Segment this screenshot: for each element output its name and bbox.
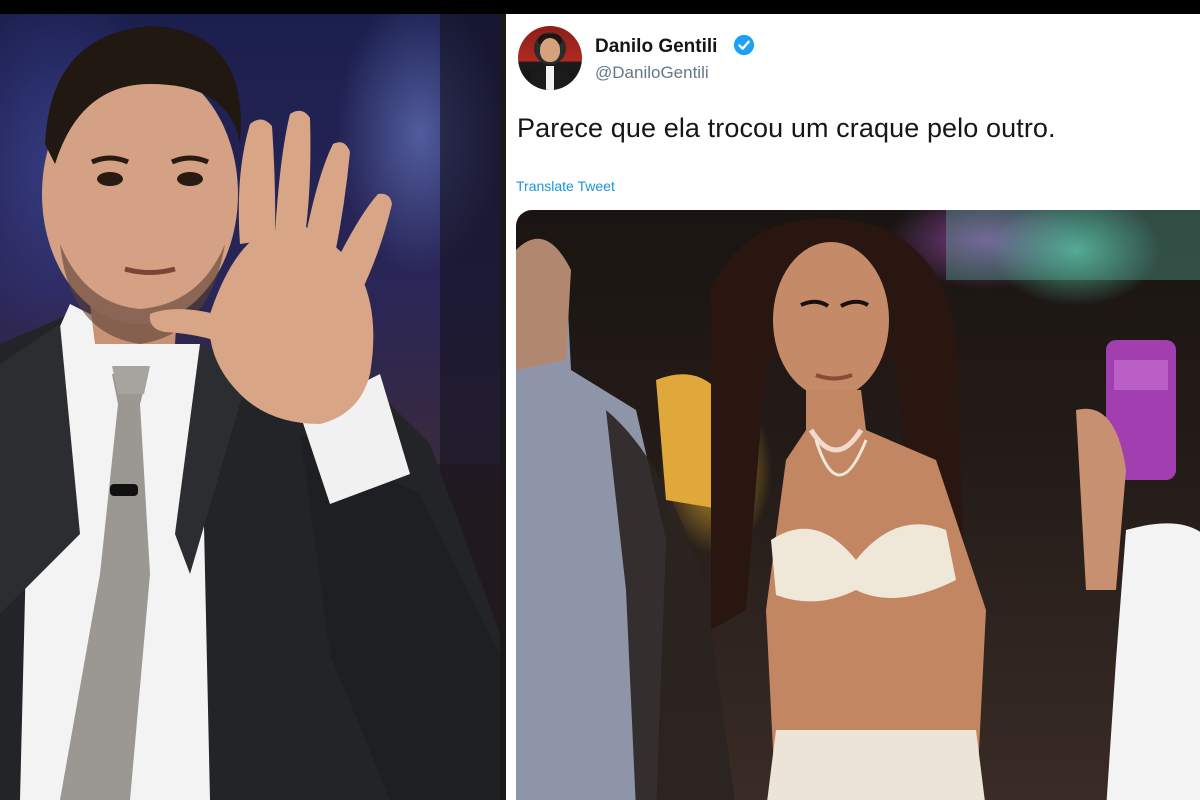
avatar-face xyxy=(540,38,560,62)
profile-avatar[interactable] xyxy=(518,26,582,90)
user-handle[interactable]: @DaniloGentili xyxy=(595,63,709,83)
man-illustration xyxy=(0,14,500,800)
woman-at-party-illustration xyxy=(516,210,1200,800)
tweet-card: Danilo Gentili @DaniloGentili Parece que… xyxy=(506,14,1200,800)
verified-badge-icon xyxy=(733,34,755,56)
top-black-bar xyxy=(0,0,1200,14)
left-photo-man-raising-hand xyxy=(0,14,500,800)
avatar-shirt xyxy=(546,66,554,90)
display-name[interactable]: Danilo Gentili xyxy=(595,36,717,58)
tweet-media-photo[interactable] xyxy=(516,210,1200,800)
translate-tweet-link[interactable]: Translate Tweet xyxy=(516,178,615,194)
tweet-text: Parece que ela trocou um craque pelo out… xyxy=(517,113,1056,143)
